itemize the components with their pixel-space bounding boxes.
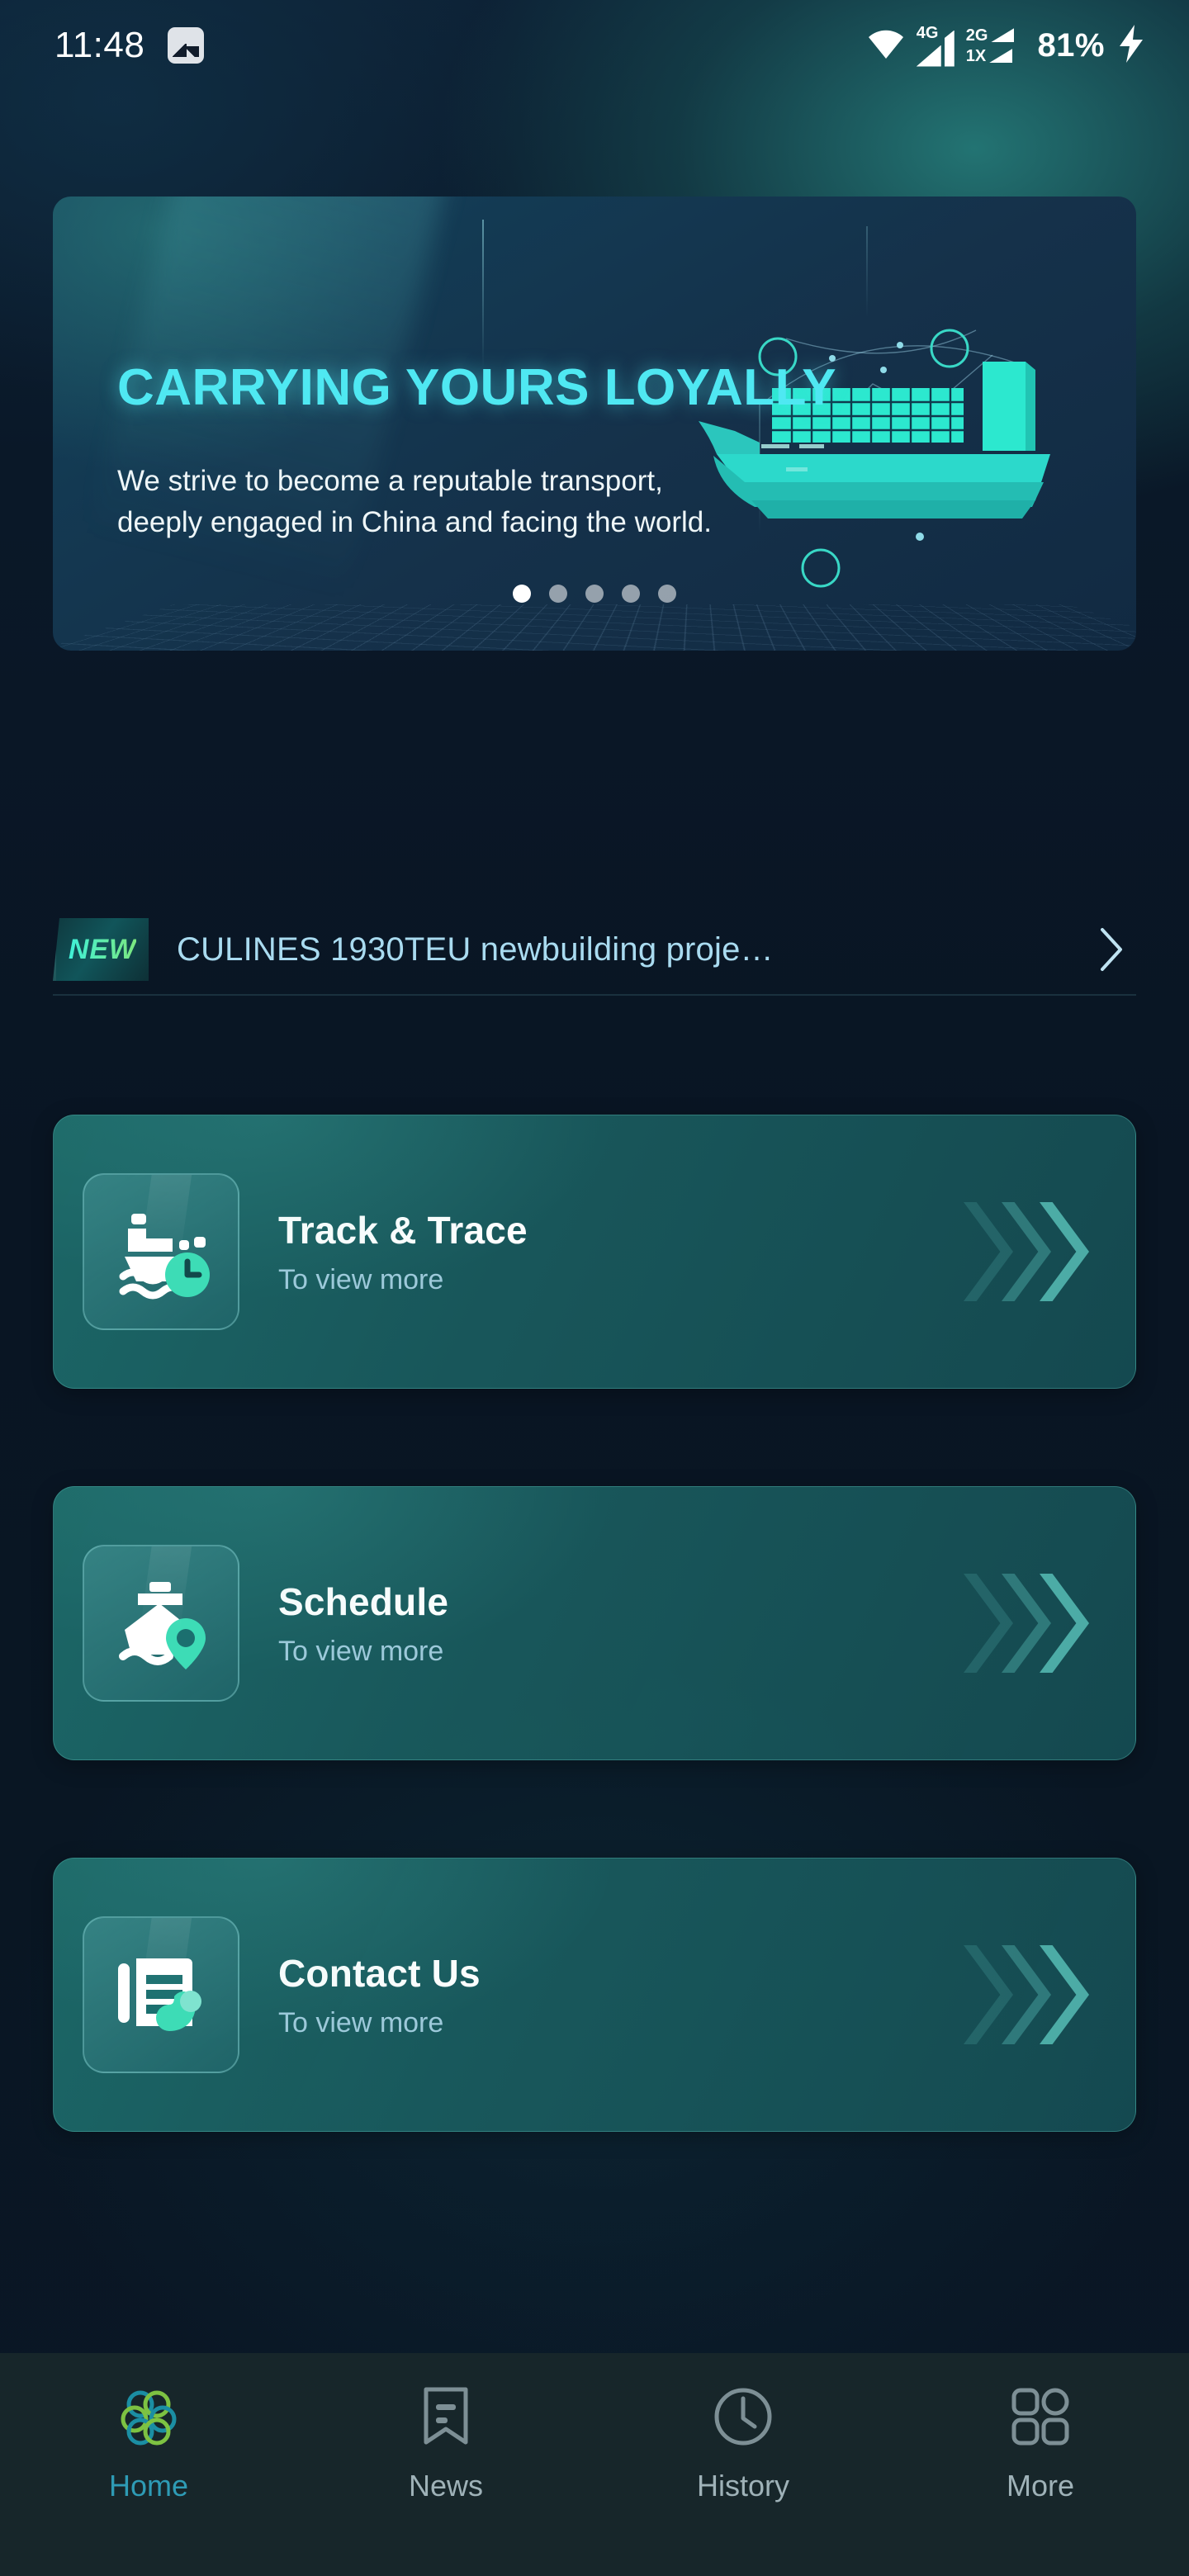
hero-dot[interactable]	[549, 585, 567, 603]
nav-item-home[interactable]: Home	[0, 2383, 297, 2503]
hero-dot[interactable]	[658, 585, 676, 603]
status-bar-left: 11:48	[54, 25, 204, 66]
hero-pagination-dots[interactable]	[53, 585, 1136, 603]
card-icon-wrapper	[54, 1916, 268, 2073]
nav-label: Home	[109, 2469, 188, 2503]
hero-accent-line	[866, 226, 868, 317]
nav-item-news[interactable]: News	[297, 2383, 594, 2503]
nav-item-more[interactable]: More	[892, 2383, 1189, 2503]
card-title: Track & Trace	[278, 1208, 921, 1252]
chevron-icon	[964, 1202, 1013, 1301]
card-icon-wrapper	[54, 1173, 268, 1330]
card-subtitle: To view more	[278, 1636, 921, 1668]
hero-dot[interactable]	[513, 585, 531, 603]
card-title: Contact Us	[278, 1951, 921, 1996]
ship-clock-icon	[83, 1173, 239, 1330]
hero-title: CARRYING YOURS LOYALLY	[117, 358, 836, 417]
document-phone-icon	[83, 1916, 239, 2073]
card-arrow-chevrons[interactable]	[921, 1945, 1135, 2044]
card-subtitle: To view more	[278, 1264, 921, 1296]
news-ticker[interactable]: NEW CULINES 1930TEU newbuilding proje…	[53, 905, 1136, 996]
bookmark-icon	[412, 2383, 480, 2451]
wifi-icon	[867, 27, 905, 64]
charging-bolt-icon	[1116, 25, 1146, 67]
signal-4g-icon: 4G	[917, 25, 955, 67]
nav-item-history[interactable]: History	[594, 2383, 892, 2503]
bottom-navigation: Home News History More	[0, 2353, 1189, 2576]
chevron-right-icon[interactable]	[1087, 926, 1136, 973]
nav-label: News	[409, 2469, 483, 2503]
new-badge: NEW	[53, 918, 149, 981]
flower-logo-icon	[115, 2383, 182, 2451]
card-arrow-chevrons[interactable]	[921, 1574, 1135, 1673]
status-time: 11:48	[54, 25, 144, 66]
card-text-block: Contact Us To view more	[268, 1951, 921, 2039]
new-badge-label: NEW	[69, 934, 136, 966]
signal-2g-1x-icon: 2G 1X	[966, 27, 1015, 64]
nav-label: History	[697, 2469, 789, 2503]
chevron-icon	[964, 1574, 1013, 1673]
hero-dot[interactable]	[622, 585, 640, 603]
hero-dot[interactable]	[585, 585, 604, 603]
nav-label: More	[1007, 2469, 1074, 2503]
app-root: 11:48 4G 2G 1X 81% CARRYING YOURS LOYALL…	[0, 0, 1189, 2576]
ship-pin-icon	[83, 1545, 239, 1702]
card-text-block: Schedule To view more	[268, 1579, 921, 1668]
grid-icon	[1007, 2383, 1074, 2451]
image-icon	[168, 27, 204, 64]
clock-icon	[709, 2383, 777, 2451]
hero-accent-line	[482, 220, 484, 368]
hero-wireframe-grid	[53, 604, 1136, 651]
hero-banner[interactable]: CARRYING YOURS LOYALLY We strive to beco…	[53, 197, 1136, 651]
battery-percent: 81%	[1037, 27, 1105, 64]
news-headline[interactable]: CULINES 1930TEU newbuilding proje…	[163, 931, 1087, 968]
card-track-and-trace[interactable]: Track & Trace To view more	[53, 1115, 1136, 1389]
card-title: Schedule	[278, 1579, 921, 1624]
card-contact-us[interactable]: Contact Us To view more	[53, 1858, 1136, 2132]
card-arrow-chevrons[interactable]	[921, 1202, 1135, 1301]
card-icon-wrapper	[54, 1545, 268, 1702]
chevron-icon	[964, 1945, 1013, 2044]
card-text-block: Track & Trace To view more	[268, 1208, 921, 1296]
hero-subtitle: We strive to become a reputable transpor…	[117, 461, 728, 542]
card-schedule[interactable]: Schedule To view more	[53, 1486, 1136, 1760]
status-bar-right: 4G 2G 1X 81%	[867, 25, 1146, 67]
container-ship-illustration	[662, 305, 1108, 603]
card-subtitle: To view more	[278, 2007, 921, 2039]
status-bar: 11:48 4G 2G 1X 81%	[0, 0, 1189, 91]
